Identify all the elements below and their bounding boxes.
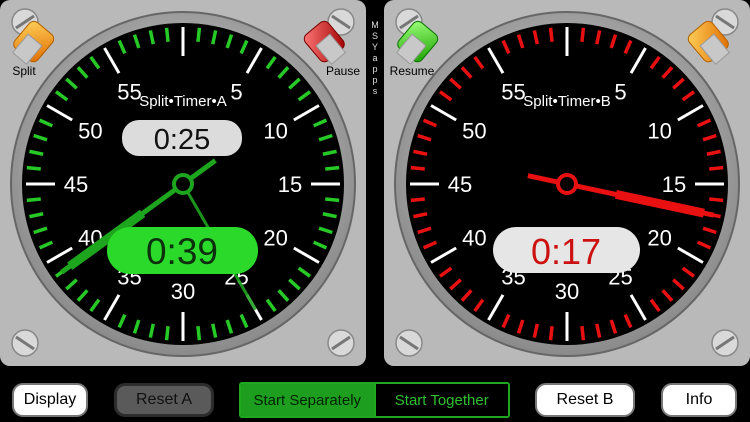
minor-tick bbox=[410, 165, 425, 171]
start-separately-segment[interactable]: Start Separately bbox=[241, 384, 374, 416]
dial-number: 20 bbox=[647, 226, 671, 251]
minor-tick bbox=[709, 197, 724, 203]
minor-tick bbox=[548, 27, 554, 42]
timer-a-panel: 555501045154020352530 Split•Timer•A 0:25… bbox=[0, 0, 366, 366]
vendor-label: M S Y a p p s bbox=[371, 20, 379, 96]
minor-tick bbox=[709, 165, 724, 171]
split-label: Split bbox=[12, 64, 36, 78]
minor-tick bbox=[325, 165, 340, 171]
dial-number: 50 bbox=[462, 119, 486, 144]
main-time-text: 0:39 bbox=[146, 231, 218, 272]
dial-number: 5 bbox=[230, 79, 242, 104]
start-mode-segmented-control: Start Separately Start Together bbox=[239, 382, 510, 418]
dial-number: 10 bbox=[647, 119, 671, 144]
dial-number: 15 bbox=[278, 172, 302, 197]
hand-hub bbox=[556, 173, 578, 195]
dial-number: 45 bbox=[448, 172, 472, 197]
minor-tick bbox=[580, 326, 586, 341]
minor-tick bbox=[196, 326, 202, 341]
display-button[interactable]: Display bbox=[12, 383, 88, 417]
dial-number: 15 bbox=[662, 172, 686, 197]
minor-tick bbox=[164, 27, 170, 42]
timer-title: Split•Timer•B bbox=[523, 93, 610, 110]
dial-number: 40 bbox=[462, 226, 486, 251]
minor-tick bbox=[325, 197, 340, 203]
screw-icon bbox=[11, 329, 39, 357]
minor-tick bbox=[548, 326, 554, 341]
resume-label: Resume bbox=[390, 64, 435, 78]
dial-number: 10 bbox=[263, 119, 287, 144]
start-together-segment[interactable]: Start Together bbox=[373, 384, 508, 416]
dial-number: 30 bbox=[555, 279, 579, 304]
minor-tick bbox=[580, 27, 586, 42]
minor-tick bbox=[26, 165, 41, 171]
dial-number: 55 bbox=[501, 79, 525, 104]
pause-label: Pause bbox=[326, 64, 360, 78]
timer-b-panel: 55 5 50 10 45 15 40 20 35 25 30 Split•Timer•B 0:17… bbox=[384, 0, 750, 366]
minor-tick bbox=[410, 197, 425, 203]
screw-icon bbox=[395, 329, 423, 357]
dial-number: 20 bbox=[263, 226, 287, 251]
reset-b-button[interactable]: Reset B bbox=[535, 383, 635, 417]
minor-tick bbox=[164, 326, 170, 341]
screw-icon bbox=[711, 329, 739, 357]
split-time-text: 0:25 bbox=[154, 124, 210, 156]
timer-title: Split•Timer•A bbox=[139, 93, 226, 110]
dial-number: 50 bbox=[78, 119, 102, 144]
minor-tick bbox=[196, 27, 202, 42]
dial-number: 30 bbox=[171, 279, 195, 304]
minor-tick bbox=[26, 197, 41, 203]
main-time-text: 0:17 bbox=[531, 231, 601, 272]
screw-icon bbox=[327, 329, 355, 357]
dial-number: 5 bbox=[614, 79, 626, 104]
reset-a-button[interactable]: Reset A bbox=[114, 383, 214, 417]
info-button[interactable]: Info bbox=[661, 383, 737, 417]
dial-number: 45 bbox=[64, 172, 88, 197]
hand-hub bbox=[172, 173, 194, 195]
dial-number: 55 bbox=[117, 79, 141, 104]
